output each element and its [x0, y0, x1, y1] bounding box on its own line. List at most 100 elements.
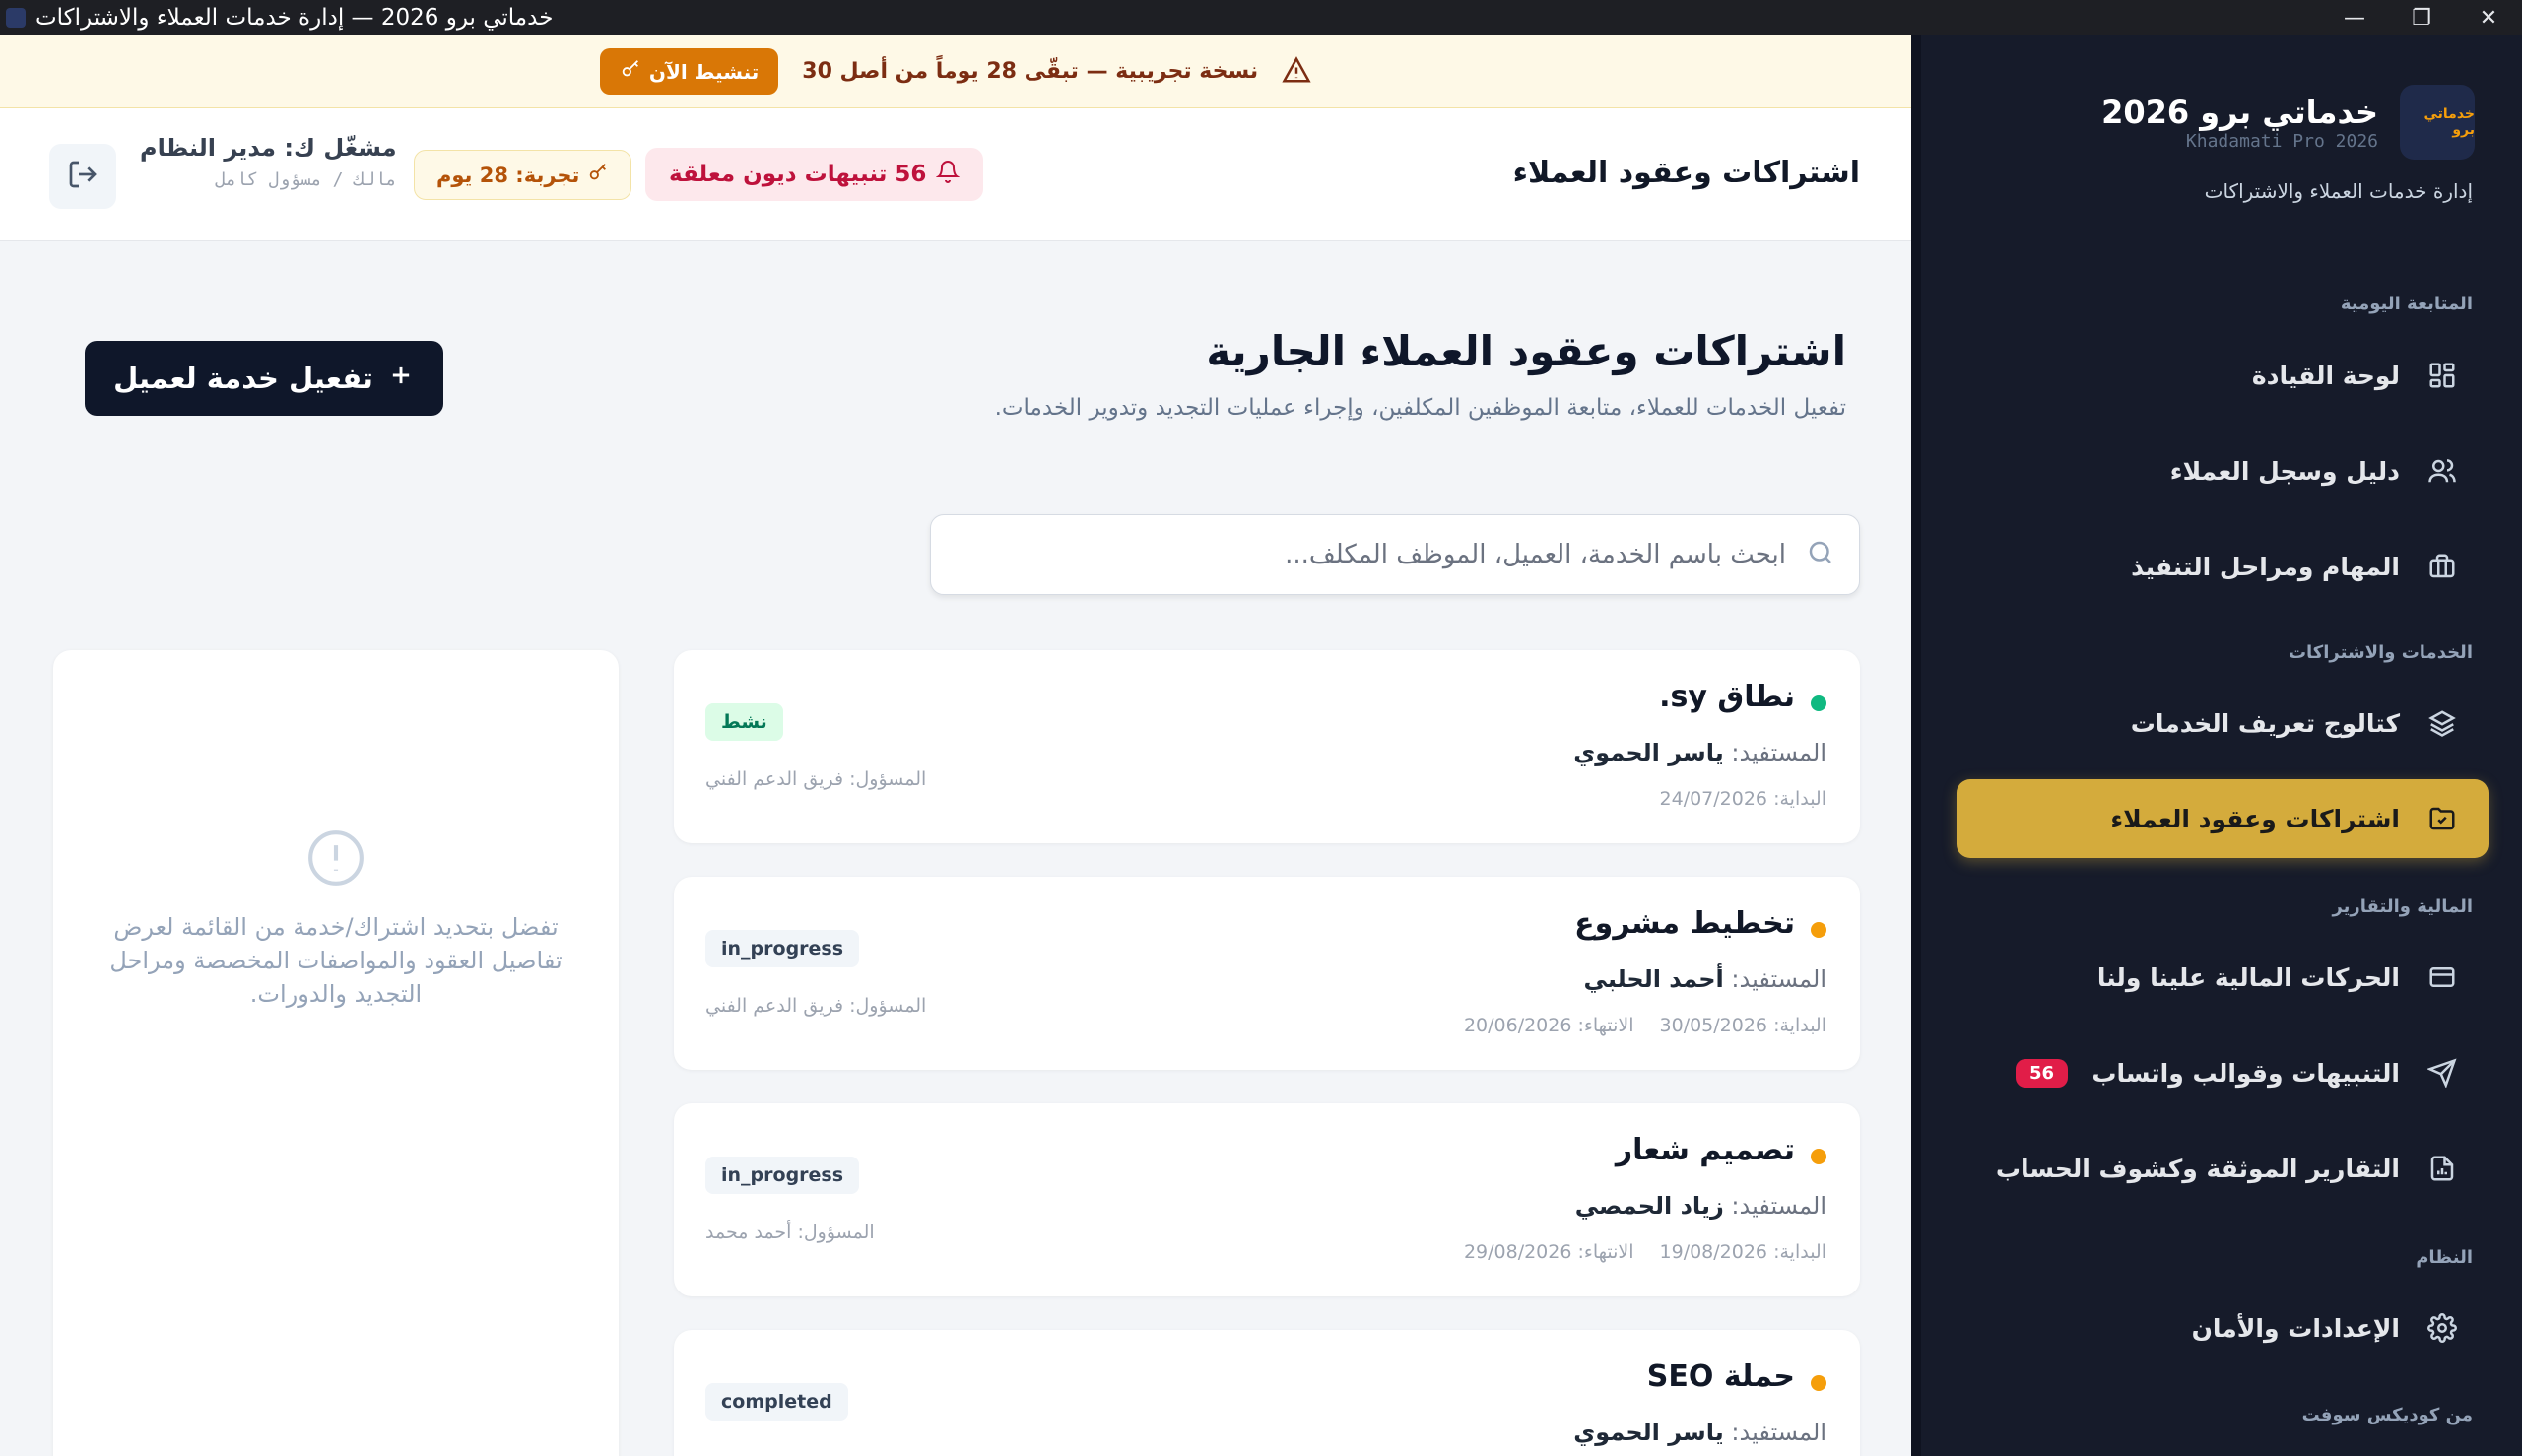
section-daily: المتابعة اليومية	[2340, 294, 2473, 314]
details-panel: تفضل بتحديد اشتراك/خدمة من القائمة لعرض …	[53, 650, 619, 1456]
beneficiary-name: ياسر الحموي	[1573, 1419, 1724, 1446]
plus-icon	[387, 362, 415, 396]
card-start-date: البداية: 24/07/2026	[1659, 788, 1826, 810]
sidebar-item-settings[interactable]: الإعدادات والأمان	[1957, 1289, 2489, 1367]
send-icon	[2425, 1056, 2459, 1090]
section-from: من كوديكس سوفت	[2301, 1405, 2473, 1425]
details-empty-state: تفضل بتحديد اشتراك/خدمة من القائمة لعرض …	[83, 827, 589, 1011]
card-beneficiary: المستفيد: ياسر الحموي	[1573, 739, 1826, 766]
card-owner: المسؤول: فريق الدعم الفني	[705, 995, 927, 1017]
sidebar-item-subscriptions[interactable]: اشتراكات وعقود العملاء	[1957, 779, 2489, 858]
debt-alerts-pill[interactable]: 56 تنبيهات ديون معلقة	[645, 148, 984, 201]
card-icon	[2425, 960, 2459, 994]
sidebar-item-label: التقارير الموثقة وكشوف الحساب	[1995, 1154, 2400, 1183]
briefcase-icon	[2425, 550, 2459, 583]
sidebar-item-label: دليل وسجل العملاء	[2169, 456, 2400, 486]
user-info: مشغّل ك: مدير النظام مالك / مسؤول كامل	[140, 134, 397, 190]
layers-icon	[2425, 706, 2459, 740]
card-beneficiary: المستفيد: زياد الحمصي	[1575, 1192, 1826, 1220]
activate-service-label: تفعيل خدمة لعميل	[113, 362, 373, 395]
close-button[interactable]: ✕	[2455, 0, 2522, 35]
section-finance: المالية والتقارير	[2332, 896, 2473, 917]
card-start-date: البداية: 30/05/2026	[1659, 1015, 1826, 1036]
maximize-button[interactable]: ❐	[2388, 0, 2455, 35]
subscription-card[interactable]: تصميم شعار المستفيد: زياد الحمصي البداية…	[674, 1103, 1860, 1296]
window-title: خدماتي برو 2026 — إدارة خدمات العملاء وا…	[35, 5, 554, 31]
sidebar-item-dashboard[interactable]: لوحة القيادة	[1957, 336, 2489, 415]
notification-count-badge: 56	[2016, 1058, 2069, 1088]
card-title: حملة SEO	[1646, 1359, 1795, 1394]
status-dot	[1811, 1375, 1826, 1391]
beneficiary-label: المستفيد:	[1731, 1419, 1826, 1446]
sidebar-item-transactions[interactable]: الحركات المالية علينا ولنا	[1957, 938, 2489, 1017]
logout-button[interactable]	[49, 144, 116, 209]
status-dot	[1811, 922, 1826, 938]
status-badge: نشط	[705, 703, 783, 741]
sidebar-item-label: المهام ومراحل التنفيذ	[2131, 552, 2400, 581]
activate-button[interactable]: تنشيط الآن	[599, 48, 779, 95]
activate-service-button[interactable]: تفعيل خدمة لعميل	[85, 341, 443, 416]
sidebar-item-clients[interactable]: دليل وسجل العملاء	[1957, 431, 2489, 510]
sidebar: خدماتي برو خدماتي برو 2026 Khadamati Pro…	[1911, 35, 2522, 1456]
beneficiary-name: أحمد الحلبي	[1583, 965, 1724, 993]
brand-text: خدماتي برو 2026 Khadamati Pro 2026	[2101, 94, 2378, 152]
card-beneficiary: المستفيد: ياسر الحموي	[1573, 1419, 1826, 1446]
status-badge: completed	[705, 1383, 848, 1421]
brand-name: خدماتي برو 2026	[2101, 93, 2378, 131]
section-system: النظام	[2416, 1247, 2473, 1268]
gear-icon	[2425, 1311, 2459, 1345]
sidebar-item-label: اشتراكات وعقود العملاء	[2110, 804, 2400, 833]
info-circle-icon	[305, 827, 366, 889]
activate-button-label: تنشيط الآن	[648, 59, 760, 84]
key-icon	[620, 58, 641, 85]
trial-days-label: تجربة: 28 يوم	[436, 163, 580, 187]
folder-check-icon	[2425, 802, 2459, 835]
subscription-card[interactable]: تخطيط مشروع المستفيد: أحمد الحلبي البداي…	[674, 877, 1860, 1070]
subscription-card[interactable]: حملة SEO المستفيد: ياسر الحموي completed	[674, 1330, 1860, 1456]
sidebar-item-catalog[interactable]: كتالوج تعريف الخدمات	[1957, 684, 2489, 762]
app-icon	[6, 8, 26, 28]
window-title-area: خدماتي برو 2026 — إدارة خدمات العملاء وا…	[6, 0, 553, 35]
card-start-date: البداية: 19/08/2026	[1659, 1241, 1826, 1263]
header: اشتراكات وعقود العملاء 56 تنبيهات ديون م…	[0, 108, 1911, 241]
brand-logo: خدماتي برو	[2400, 85, 2475, 160]
beneficiary-label: المستفيد:	[1731, 739, 1826, 766]
debt-alerts-label: 56 تنبيهات ديون معلقة	[669, 162, 927, 187]
card-beneficiary: المستفيد: أحمد الحلبي	[1584, 965, 1826, 993]
details-empty-text: تفضل بتحديد اشتراك/خدمة من القائمة لعرض …	[109, 913, 563, 1008]
trial-banner-text: نسخة تجريبية — تبقّى 28 يوماً من أصل 30	[802, 59, 1259, 84]
sidebar-item-label: كتالوج تعريف الخدمات	[2130, 708, 2400, 738]
card-dates: البداية: 30/05/2026 الانتهاء: 20/06/2026	[1464, 1015, 1826, 1036]
sidebar-item-notifications[interactable]: التنبيهات وقوالب واتساب 56	[1957, 1033, 2489, 1112]
warning-icon	[1282, 55, 1311, 89]
sidebar-item-tasks[interactable]: المهام ومراحل التنفيذ	[1957, 527, 2489, 606]
card-end-date: الانتهاء: 20/06/2026	[1463, 1015, 1634, 1036]
search-icon	[1806, 538, 1835, 571]
card-end-date: الانتهاء: 29/08/2026	[1463, 1241, 1634, 1263]
user-role: مالك / مسؤول كامل	[215, 169, 397, 190]
page-title: اشتراكات وعقود العملاء الجارية	[1206, 327, 1846, 375]
status-dot	[1811, 1149, 1826, 1164]
search-box[interactable]	[930, 514, 1860, 595]
card-dates: البداية: 24/07/2026	[1660, 788, 1826, 810]
search-input[interactable]	[931, 540, 1786, 569]
card-title: تصميم شعار	[1615, 1133, 1795, 1167]
card-owner: المسؤول: فريق الدعم الفني	[705, 768, 927, 790]
page-subtitle: تفعيل الخدمات للعملاء، متابعة الموظفين ا…	[994, 395, 1846, 421]
sidebar-item-label: الحركات المالية علينا ولنا	[2096, 962, 2400, 992]
header-title: اشتراكات وعقود العملاء	[1512, 156, 1860, 190]
status-dot	[1811, 695, 1826, 711]
section-services: الخدمات والاشتراكات	[2288, 642, 2473, 663]
bell-icon	[936, 160, 961, 189]
minimize-button[interactable]: —	[2321, 0, 2388, 35]
trial-days-pill: تجربة: 28 يوم	[414, 150, 632, 200]
sidebar-item-reports[interactable]: التقارير الموثقة وكشوف الحساب	[1957, 1129, 2489, 1208]
sidebar-scrollbar[interactable]	[1911, 35, 1921, 1456]
beneficiary-label: المستفيد:	[1731, 1192, 1826, 1220]
card-owner: المسؤول: أحمد محمد	[705, 1222, 875, 1243]
card-title: نطاق sy.	[1659, 680, 1795, 714]
window-titlebar: خدماتي برو 2026 — إدارة خدمات العملاء وا…	[0, 0, 2522, 35]
report-icon	[2425, 1152, 2459, 1185]
window-controls: — ❐ ✕	[2321, 0, 2522, 35]
subscription-card[interactable]: نطاق sy. المستفيد: ياسر الحموي البداية: …	[674, 650, 1860, 843]
